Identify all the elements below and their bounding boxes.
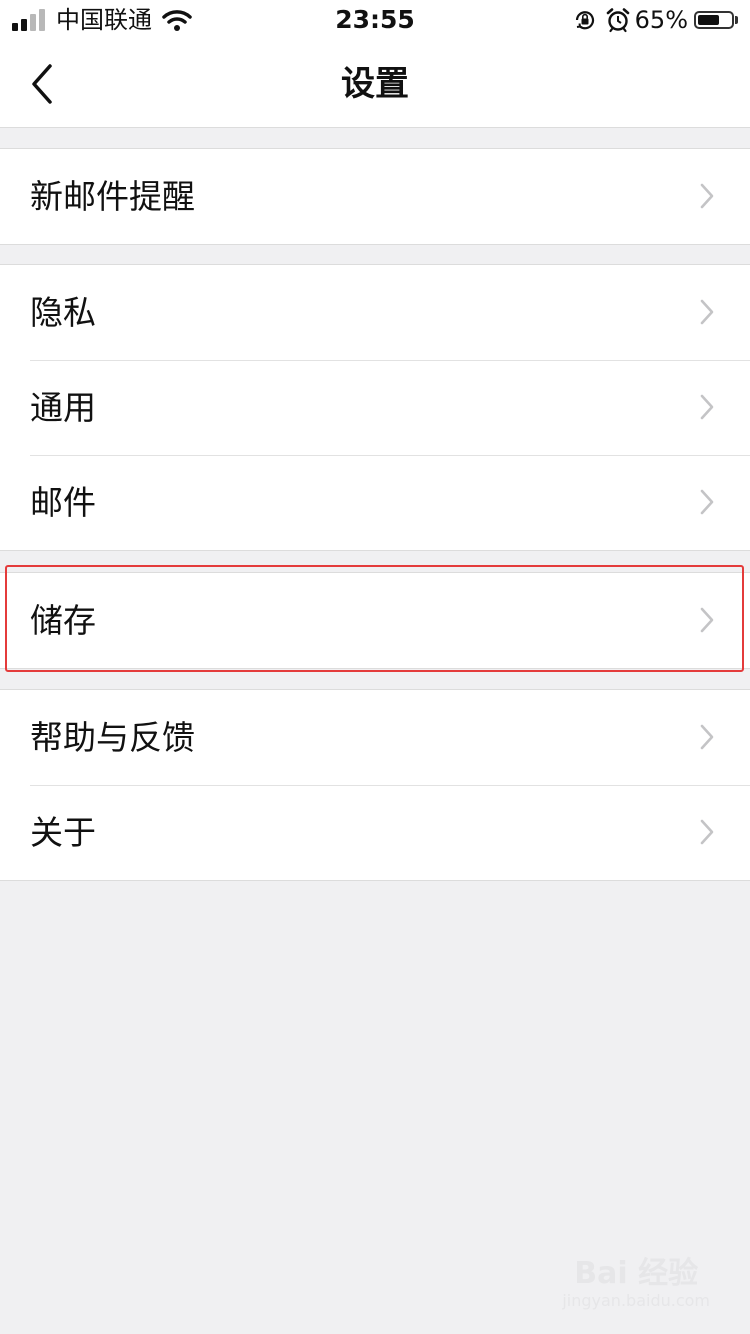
settings-item-label: 储存	[30, 601, 96, 640]
chevron-right-icon	[700, 183, 714, 209]
settings-group-support: 帮助与反馈 关于	[0, 689, 750, 881]
settings-item-label: 帮助与反馈	[30, 718, 195, 757]
watermark-logo: Bai 经验	[574, 1256, 699, 1291]
battery-fill	[698, 15, 719, 25]
settings-item-help-feedback[interactable]: 帮助与反馈	[0, 690, 750, 785]
nav-bar: 设置	[0, 40, 750, 128]
settings-item-label: 通用	[30, 388, 96, 427]
settings-item-new-mail-alert[interactable]: 新邮件提醒	[0, 149, 750, 244]
status-right: 65%	[573, 6, 738, 34]
chevron-right-icon	[700, 394, 714, 420]
settings-item-privacy[interactable]: 隐私	[0, 265, 750, 360]
alarm-icon	[606, 8, 629, 33]
settings-group-notifications: 新邮件提醒	[0, 148, 750, 245]
chevron-right-icon	[700, 299, 714, 325]
settings-group-storage: 储存	[0, 572, 750, 669]
battery-icon	[694, 11, 734, 29]
settings-item-general[interactable]: 通用	[0, 360, 750, 455]
settings-item-label: 邮件	[30, 483, 96, 522]
settings-item-mail[interactable]: 邮件	[0, 455, 750, 550]
chevron-right-icon	[700, 607, 714, 633]
back-button[interactable]	[22, 60, 66, 108]
settings-item-label: 隐私	[30, 293, 96, 332]
orientation-lock-icon	[575, 11, 594, 30]
page-title: 设置	[341, 64, 409, 104]
chevron-right-icon	[700, 724, 714, 750]
watermark-url: jingyan.baidu.com	[562, 1291, 710, 1310]
status-bar: 中国联通 23:55 65%	[0, 0, 750, 40]
settings-group-general: 隐私 通用 邮件	[0, 264, 750, 551]
settings-item-storage[interactable]: 储存	[0, 573, 750, 668]
settings-item-label: 新邮件提醒	[30, 177, 195, 216]
chevron-right-icon	[700, 489, 714, 515]
watermark: Bai 经验 jingyan.baidu.com	[562, 1256, 710, 1310]
chevron-right-icon	[700, 819, 714, 845]
chevron-left-icon	[32, 64, 52, 104]
battery-tip	[735, 16, 738, 24]
battery-percent: 65%	[634, 6, 688, 34]
settings-item-about[interactable]: 关于	[0, 785, 750, 880]
settings-item-label: 关于	[30, 813, 96, 852]
